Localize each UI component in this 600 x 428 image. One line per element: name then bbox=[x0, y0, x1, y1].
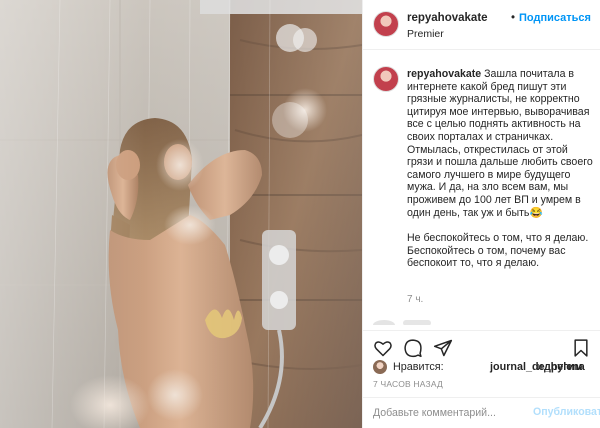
comment-icon[interactable] bbox=[403, 338, 423, 358]
comment-input[interactable] bbox=[373, 405, 523, 421]
heart-icon[interactable] bbox=[373, 338, 393, 358]
post-header: repyahovakate • Подписаться Premier bbox=[363, 0, 600, 50]
post-timestamp[interactable]: 7 ЧАСОВ НАЗАД bbox=[373, 379, 443, 389]
caption-text-second-paragraph: Не беспокойтесь о том, что я делаю. Бесп… bbox=[407, 232, 592, 270]
author-username[interactable]: repyahovakate bbox=[407, 12, 488, 24]
caption-timestamp[interactable]: 7 ч. bbox=[407, 294, 423, 305]
post-caption: repyahovakate Зашла почитала в интернете… bbox=[407, 68, 593, 270]
action-bar bbox=[363, 330, 600, 360]
caption-author-avatar[interactable] bbox=[373, 66, 399, 92]
post-photo[interactable] bbox=[0, 0, 362, 428]
likes-summary: Нравится: journal_de_helena и другим bbox=[373, 360, 597, 376]
publish-button[interactable]: Опубликовать bbox=[533, 406, 600, 418]
likes-prefix: Нравится: bbox=[393, 361, 444, 373]
location-link[interactable]: Premier bbox=[407, 28, 444, 40]
liker-avatar[interactable] bbox=[373, 360, 387, 374]
follow-button[interactable]: Подписаться bbox=[519, 12, 591, 24]
header-separator: • bbox=[511, 12, 516, 24]
caption-text: Зашла почитала в интернете какой бред пи… bbox=[407, 68, 596, 219]
shower-photo-image bbox=[0, 0, 362, 428]
add-comment-bar: Опубликовать bbox=[363, 397, 600, 428]
comments-list[interactable]: repyahovakate Зашла почитала в интернете… bbox=[363, 50, 600, 325]
share-icon[interactable] bbox=[433, 338, 453, 358]
post-side-panel: repyahovakate • Подписаться Premier repy… bbox=[362, 0, 600, 428]
author-avatar[interactable] bbox=[373, 11, 399, 37]
likes-and: и bbox=[537, 361, 544, 373]
next-comment-avatar bbox=[373, 320, 395, 325]
next-comment-text bbox=[403, 320, 431, 325]
next-comment-preview bbox=[373, 318, 433, 325]
likes-others-link[interactable]: другим bbox=[544, 361, 582, 373]
bookmark-icon[interactable] bbox=[571, 338, 591, 358]
caption-username[interactable]: repyahovakate bbox=[407, 68, 481, 80]
